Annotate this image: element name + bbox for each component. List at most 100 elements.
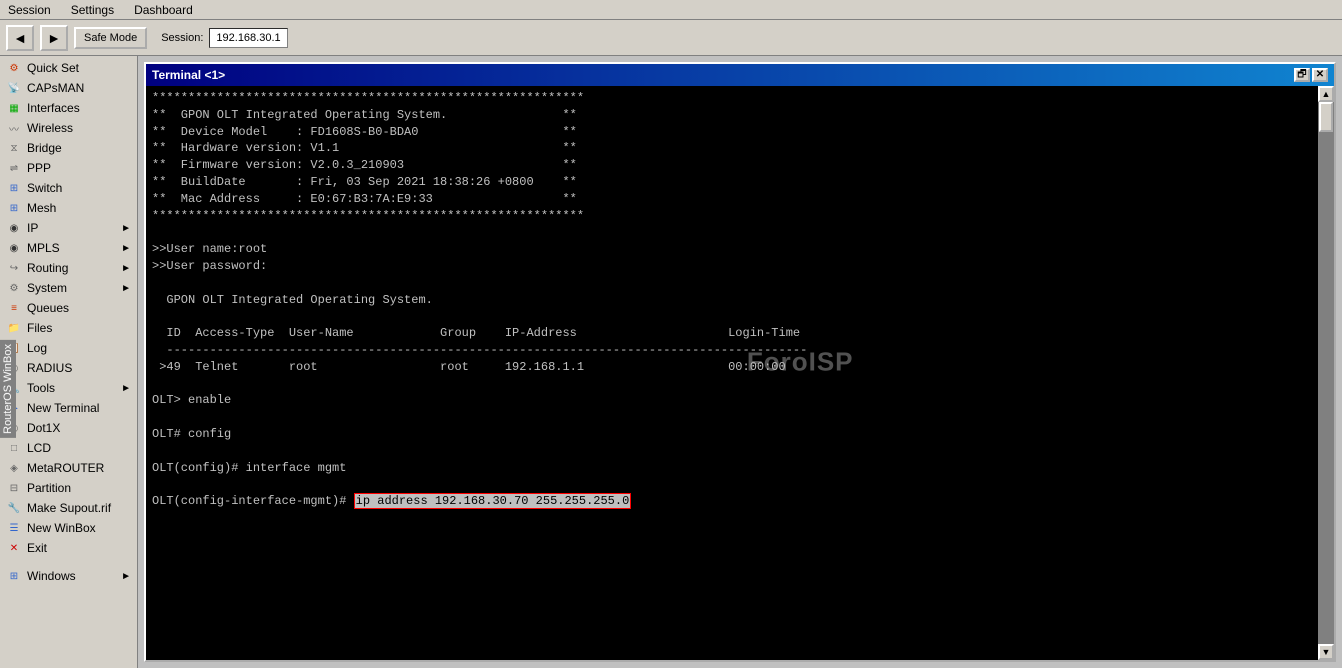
sidebar-item-queues[interactable]: ≡ Queues	[0, 298, 137, 318]
sidebar-label-mesh: Mesh	[27, 201, 131, 215]
system-icon: ⚙	[6, 280, 22, 296]
sidebar-label-system: System	[27, 281, 116, 295]
terminal-body-wrapper: ****************************************…	[146, 86, 1334, 660]
session-label: Session:	[161, 32, 203, 44]
terminal-scrollbar: ▲ ▼	[1318, 86, 1334, 660]
partition-icon: ⊟	[6, 480, 22, 496]
terminal-controls: 🗗 ✕	[1294, 68, 1328, 82]
sidebar-label-supout: Make Supout.rif	[27, 501, 131, 515]
content-area: Terminal <1> 🗗 ✕ ***********************…	[138, 56, 1342, 668]
bridge-icon: ⧖	[6, 140, 22, 156]
sidebar-label-newterminal: New Terminal	[27, 401, 131, 415]
scroll-up-button[interactable]: ▲	[1318, 86, 1334, 102]
ip-icon: ◉	[6, 220, 22, 236]
menu-dashboard[interactable]: Dashboard	[130, 3, 197, 17]
sidebar-item-mesh[interactable]: ⊞ Mesh	[0, 198, 137, 218]
forward-button[interactable]: ►	[40, 25, 68, 51]
terminal-title: Terminal <1>	[152, 68, 225, 82]
sidebar-item-routing[interactable]: ↪Routing►	[0, 258, 137, 278]
sidebar-item-partition[interactable]: ⊟ Partition	[0, 478, 137, 498]
side-label: RouterOS WinBox	[0, 340, 16, 438]
sidebar-item-supout[interactable]: 🔧 Make Supout.rif	[0, 498, 137, 518]
sidebar-label-interfaces: Interfaces	[27, 101, 131, 115]
mesh-icon: ⊞	[6, 200, 22, 216]
files-icon: 📁	[6, 320, 22, 336]
windows-label: Windows	[27, 569, 116, 583]
mpls-arrow: ►	[121, 243, 131, 254]
sidebar-label-metarouter: MetaROUTER	[27, 461, 131, 475]
sidebar-item-metarouter[interactable]: ◈ MetaROUTER	[0, 458, 137, 478]
ppp-icon: ⇌	[6, 160, 22, 176]
sidebar-item-ip[interactable]: ◉IP►	[0, 218, 137, 238]
sidebar-item-lcd[interactable]: □ LCD	[0, 438, 137, 458]
sidebar-item-capsman[interactable]: 📡CAPsMAN	[0, 78, 137, 98]
sidebar-item-mpls[interactable]: ◉ MPLS ►	[0, 238, 137, 258]
terminal-close-button[interactable]: ✕	[1312, 68, 1328, 82]
sidebar-label-newwinbox: New WinBox	[27, 521, 131, 535]
sidebar-label-switch: Switch	[27, 181, 131, 195]
terminal-window: Terminal <1> 🗗 ✕ ***********************…	[144, 62, 1336, 662]
terminal-titlebar: Terminal <1> 🗗 ✕	[146, 64, 1334, 86]
sidebar-item-log[interactable]: 📋Log	[0, 338, 137, 358]
mpls-icon: ◉	[6, 240, 22, 256]
metarouter-icon: ◈	[6, 460, 22, 476]
sidebar-item-quickset[interactable]: ⚙ Quick Set	[0, 58, 137, 78]
sidebar-label-mpls: MPLS	[27, 241, 116, 255]
quickset-icon: ⚙	[6, 60, 22, 76]
windows-icon: ⊞	[6, 568, 22, 584]
toolbar: ◄ ► Safe Mode Session: 192.168.30.1	[0, 20, 1342, 56]
routing-icon: ↪	[6, 260, 22, 276]
sidebar-label-log: Log	[27, 341, 131, 355]
sidebar-item-dot1x[interactable]: ◎Dot1X	[0, 418, 137, 438]
sidebar-item-switch[interactable]: ⊞ Switch	[0, 178, 137, 198]
sidebar-item-ppp[interactable]: ⇌ PPP	[0, 158, 137, 178]
sidebar-item-windows[interactable]: ⊞ Windows ►	[0, 566, 137, 586]
ip-arrow: ►	[121, 223, 131, 234]
sidebar-label-dot1x: Dot1X	[27, 421, 131, 435]
sidebar-item-exit[interactable]: ✕Exit	[0, 538, 137, 558]
sidebar-label-ppp: PPP	[27, 161, 131, 175]
terminal-body[interactable]: ****************************************…	[146, 86, 1318, 660]
sidebar-item-bridge[interactable]: ⧖ Bridge	[0, 138, 137, 158]
windows-arrow: ►	[121, 571, 131, 582]
terminal-restore-button[interactable]: 🗗	[1294, 68, 1310, 82]
sidebar-item-files[interactable]: 📁 Files	[0, 318, 137, 338]
menu-session[interactable]: Session	[4, 3, 55, 17]
main-area: ⚙ Quick Set 📡CAPsMAN▦Interfaces〰Wireless ⧖ B…	[0, 56, 1342, 668]
wireless-icon: 〰	[6, 120, 22, 136]
sidebar-label-tools: Tools	[27, 381, 116, 395]
menu-settings[interactable]: Settings	[67, 3, 118, 17]
tools-arrow: ►	[121, 383, 131, 394]
sidebar-item-tools[interactable]: 🔧Tools►	[0, 378, 137, 398]
safe-mode-button[interactable]: Safe Mode	[74, 27, 147, 49]
sidebar-item-wireless[interactable]: 〰Wireless	[0, 118, 137, 138]
sidebar-label-exit: Exit	[27, 541, 131, 555]
back-button[interactable]: ◄	[6, 25, 34, 51]
sidebar-item-system[interactable]: ⚙ System ►	[0, 278, 137, 298]
sidebar-label-radius: RADIUS	[27, 361, 131, 375]
sidebar-label-queues: Queues	[27, 301, 131, 315]
queues-icon: ≡	[6, 300, 22, 316]
menubar: Session Settings Dashboard	[0, 0, 1342, 20]
terminal-input[interactable]: ip address 192.168.30.70 255.255.255.0	[354, 493, 632, 509]
newwinbox-icon: ☰	[6, 520, 22, 536]
scrollbar-track[interactable]	[1318, 102, 1334, 644]
sidebar-item-interfaces[interactable]: ▦Interfaces	[0, 98, 137, 118]
switch-icon: ⊞	[6, 180, 22, 196]
sidebar-item-radius[interactable]: ◎RADIUS	[0, 358, 137, 378]
sidebar-item-newterminal[interactable]: ▶New Terminal	[0, 398, 137, 418]
sidebar-item-newwinbox[interactable]: ☰ New WinBox	[0, 518, 137, 538]
sidebar-label-partition: Partition	[27, 481, 131, 495]
sidebar-label-bridge: Bridge	[27, 141, 131, 155]
scroll-down-button[interactable]: ▼	[1318, 644, 1334, 660]
scrollbar-thumb[interactable]	[1319, 102, 1333, 132]
sidebar-label-quickset: Quick Set	[27, 61, 131, 75]
sidebar-label-lcd: LCD	[27, 441, 131, 455]
lcd-icon: □	[6, 440, 22, 456]
session-ip: 192.168.30.1	[209, 28, 287, 48]
system-arrow: ►	[121, 283, 131, 294]
sidebar: ⚙ Quick Set 📡CAPsMAN▦Interfaces〰Wireless ⧖ B…	[0, 56, 138, 668]
sidebar-label-files: Files	[27, 321, 131, 335]
supout-icon: 🔧	[6, 500, 22, 516]
capsman-icon: 📡	[6, 80, 22, 96]
